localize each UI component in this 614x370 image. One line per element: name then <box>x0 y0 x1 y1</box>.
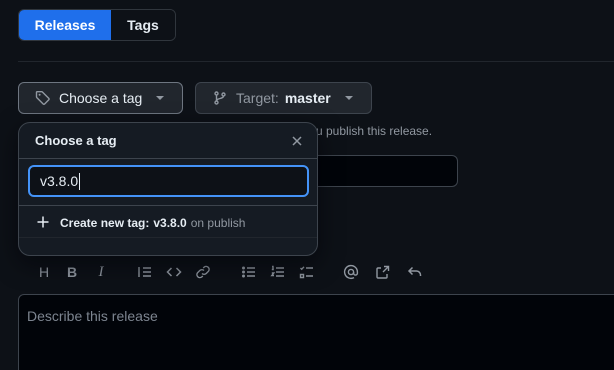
target-value: master <box>284 90 331 106</box>
git-branch-icon <box>212 90 228 106</box>
chevron-down-icon <box>344 96 353 100</box>
menu-title: Choose a tag <box>19 123 317 159</box>
bulleted-list-icon[interactable] <box>240 263 258 281</box>
create-new-tag-item[interactable]: Create new tag: v3.8.0 on publish <box>35 213 245 233</box>
undo-icon[interactable] <box>406 263 424 281</box>
release-title-input[interactable] <box>316 155 458 187</box>
release-tabs: Releases Tags <box>18 9 176 41</box>
markdown-toolbar: H B I <box>18 260 614 284</box>
heading-icon[interactable]: H <box>35 263 53 281</box>
divider <box>18 61 614 62</box>
tag-filter-value: v3.8.0 <box>40 173 79 189</box>
tab-releases[interactable]: Releases <box>19 10 111 40</box>
quote-icon[interactable] <box>136 263 154 281</box>
description-placeholder: Describe this release <box>27 308 158 324</box>
italic-icon[interactable]: I <box>92 263 110 281</box>
menu-divider <box>19 237 317 238</box>
code-icon[interactable] <box>165 263 183 281</box>
target-branch-button[interactable]: Target: master <box>195 82 372 114</box>
release-description-textarea[interactable]: Describe this release <box>18 294 614 370</box>
create-tag-suffix: on publish <box>190 216 246 230</box>
menu-divider <box>19 205 317 206</box>
numbered-list-icon[interactable] <box>269 263 287 281</box>
tag-filter-input[interactable]: v3.8.0 <box>28 165 309 197</box>
choose-tag-button[interactable]: Choose a tag <box>18 82 183 114</box>
cross-reference-icon[interactable] <box>374 263 392 281</box>
create-tag-prefix: Create new tag: <box>60 216 150 230</box>
tag-hint-text: u publish this release. <box>316 124 433 138</box>
mention-icon[interactable] <box>342 263 360 281</box>
link-icon[interactable] <box>194 263 212 281</box>
plus-icon <box>35 215 51 232</box>
task-list-icon[interactable] <box>298 263 316 281</box>
tag-icon <box>35 90 51 106</box>
close-icon[interactable] <box>289 133 305 149</box>
text-cursor <box>79 172 81 190</box>
tab-tags[interactable]: Tags <box>111 10 175 40</box>
choose-tag-menu: Choose a tag v3.8.0 Create new tag: v3.8… <box>18 122 318 256</box>
choose-tag-label: Choose a tag <box>59 90 143 106</box>
bold-icon[interactable]: B <box>63 263 81 281</box>
target-prefix: Target: <box>236 90 279 106</box>
chevron-down-icon <box>156 96 165 100</box>
create-tag-name: v3.8.0 <box>153 216 187 230</box>
